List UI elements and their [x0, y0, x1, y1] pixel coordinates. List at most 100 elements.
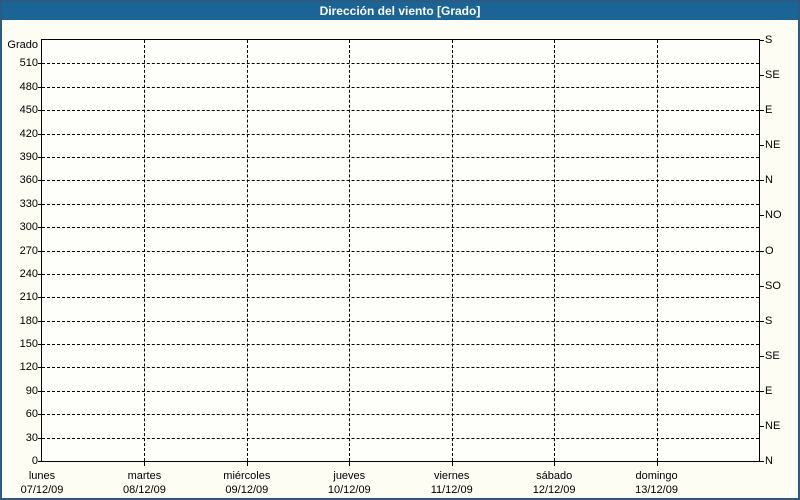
compass-tick-label: S: [765, 34, 773, 46]
y-grid-line: [42, 180, 759, 182]
y-axis-tick-label: 390: [19, 150, 38, 163]
y-axis-tick-mark: [38, 227, 41, 229]
y-grid-line: [42, 367, 759, 369]
y-axis-tick-label: 60: [25, 408, 38, 421]
y-axis-tick-mark: [38, 390, 41, 392]
x-axis-tick-mark: [451, 462, 453, 466]
chart-title: Dirección del viento [Grado]: [319, 4, 481, 18]
compass-tick-mark: [760, 425, 764, 427]
compass-tick-label: NE: [765, 139, 781, 152]
y-axis-tick-label: 150: [19, 338, 38, 351]
day-name-label: sábado: [536, 470, 573, 482]
compass-tick-label: SO: [765, 279, 781, 292]
y-grid-line: [42, 227, 759, 229]
y-axis-tick-mark: [38, 461, 41, 462]
compass-tick-label: NE: [765, 419, 781, 432]
day-date-label: 10/12/09: [327, 484, 371, 496]
y-axis-tick-label: 450: [19, 104, 38, 117]
compass-tick-mark: [760, 320, 764, 322]
x-grid-line: [246, 40, 248, 461]
day-date-label: 11/12/09: [430, 484, 473, 496]
y-axis-tick-mark: [38, 414, 41, 416]
y-axis-tick-mark: [38, 203, 41, 205]
y-grid-line: [42, 156, 759, 158]
compass-tick-label: E: [765, 104, 773, 117]
y-axis-tick-label: 480: [19, 80, 38, 93]
compass-tick-mark: [760, 110, 764, 112]
x-grid-line: [554, 40, 556, 461]
y-grid-line: [42, 437, 759, 439]
y-axis-tick-mark: [38, 297, 41, 299]
plot-area: [41, 39, 760, 462]
day-date-label: 12/12/09: [532, 484, 576, 496]
y-axis-tick-label: 420: [19, 127, 38, 140]
y-axis-tick-mark: [38, 344, 41, 346]
compass-tick-label: NO: [765, 209, 782, 222]
y-grid-line: [42, 414, 759, 416]
compass-tick-mark: [760, 390, 764, 392]
y-axis-tick-label: 0: [31, 455, 38, 467]
compass-tick-label: E: [765, 384, 773, 397]
y-axis-tick-mark: [38, 437, 41, 439]
compass-tick-label: N: [765, 455, 773, 467]
x-grid-line: [349, 40, 351, 461]
x-grid-line: [451, 40, 453, 461]
compass-tick-label: S: [765, 314, 773, 327]
y-axis-tick-mark: [38, 156, 41, 158]
y-axis-tick-label: 180: [19, 314, 38, 327]
y-axis-tick-label: 210: [19, 291, 38, 304]
y-axis-tick-mark: [38, 86, 41, 88]
y-axis-title: Grado: [7, 39, 38, 51]
day-name-label: lunes: [28, 470, 56, 482]
y-grid-line: [42, 250, 759, 252]
y-axis-tick-mark: [38, 273, 41, 275]
x-grid-line: [656, 40, 658, 461]
chart-window: Dirección del viento [Grado] Grado 0 30 60…: [0, 0, 800, 500]
compass-tick-mark: [760, 75, 764, 77]
y-grid-line: [42, 273, 759, 275]
y-grid-line: [42, 110, 759, 112]
x-axis-tick-mark: [554, 462, 556, 466]
compass-tick-mark: [760, 215, 764, 217]
compass-tick-mark: [760, 355, 764, 357]
y-axis-tick-label: 120: [19, 361, 38, 374]
y-axis-tick-mark: [38, 180, 41, 182]
compass-tick-mark: [760, 180, 764, 182]
y-axis-tick-mark: [38, 250, 41, 252]
y-axis-tick-mark: [38, 320, 41, 322]
day-name-label: viernes: [433, 470, 470, 482]
y-grid-line: [42, 63, 759, 65]
compass-tick-mark: [760, 40, 764, 41]
compass-tick-label: N: [765, 174, 773, 187]
x-grid-line: [144, 40, 146, 461]
y-axis-tick-label: 360: [19, 174, 38, 187]
chart-title-bar: Dirección del viento [Grado]: [2, 2, 798, 22]
x-axis-tick-mark: [246, 462, 248, 466]
y-axis-tick-label: 330: [19, 197, 38, 210]
y-grid-line: [42, 203, 759, 205]
day-date-label: 08/12/09: [123, 484, 166, 496]
day-name-label: domingo: [635, 470, 678, 482]
y-axis-tick-mark: [38, 133, 41, 135]
y-axis-tick-label: 510: [19, 57, 38, 70]
y-axis-tick-label: 240: [19, 267, 38, 280]
x-axis-tick-mark: [349, 462, 351, 466]
y-grid-line: [42, 86, 759, 88]
day-date-label: 13/12/09: [635, 484, 678, 496]
y-grid-line: [42, 320, 759, 322]
y-axis-tick-label: 90: [25, 384, 38, 397]
y-axis-tick-mark: [38, 63, 41, 65]
day-name-label: jueves: [333, 470, 366, 482]
y-axis-tick-label: 270: [19, 244, 38, 257]
day-date-label: 07/12/09: [20, 484, 64, 496]
compass-tick-mark: [760, 461, 764, 462]
compass-tick-mark: [760, 250, 764, 252]
compass-tick-mark: [760, 285, 764, 287]
y-axis-tick-label: 300: [19, 221, 38, 234]
compass-tick-mark: [760, 145, 764, 147]
x-axis-tick-mark: [656, 462, 658, 466]
y-axis-tick-mark: [38, 367, 41, 369]
day-name-label: martes: [127, 470, 162, 482]
y-axis-tick-mark: [38, 110, 41, 112]
x-axis-tick-mark: [144, 462, 146, 466]
